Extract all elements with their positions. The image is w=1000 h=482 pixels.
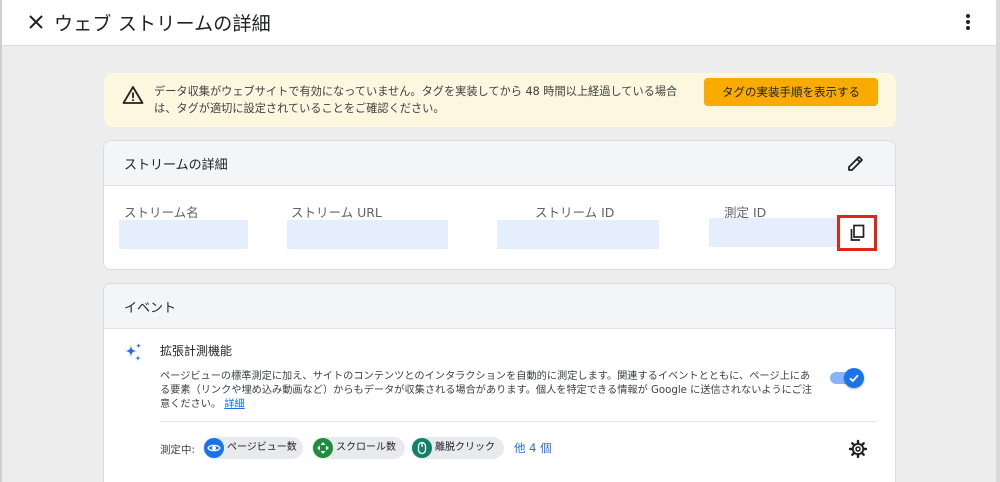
copy-measurement-id-button[interactable] [837,215,877,251]
more-events-link[interactable]: 他 4 個 [514,440,552,456]
more-vert-icon[interactable] [956,10,980,34]
stream-details-title: ストリームの詳細 [124,158,228,173]
copy-icon [850,224,865,241]
events-header: イベント [104,284,895,329]
stream-details-header: ストリームの詳細 [104,141,895,186]
measuring-label: 測定中: [160,444,196,456]
stream-name-value [119,220,248,249]
window-edge-left [0,0,2,482]
scroll-icon [313,438,333,458]
learn-more-link[interactable]: 詳細 [224,399,244,410]
show-tag-instructions-button[interactable]: タグの実装手順を表示する [704,78,878,106]
divider [160,421,876,422]
close-icon[interactable] [24,10,48,34]
description-text: ページビューの標準測定に加え、サイトのコンテンツとのインタラクションを自動的に測… [160,371,813,410]
chip-label: スクロール数 [336,442,396,453]
stream-id-value [497,220,659,249]
warning-banner: データ収集がウェブサイトで有効になっていません。タグを実装してから 48 時間以… [104,73,896,127]
stream-id-label: ストリーム ID [535,205,615,220]
check-icon [844,368,864,388]
page-header: ウェブ ストリームの詳細 [2,0,996,46]
events-card: イベント 拡張計測機能 ページビューの標準測定に加え、サイトのコンテンツとのイン… [103,283,896,482]
events-title: イベント [124,301,177,316]
page-title: ウェブ ストリームの詳細 [54,13,271,35]
stream-url-value [287,220,448,249]
enhanced-measurement-toggle[interactable] [830,366,864,388]
gear-icon[interactable] [848,439,868,459]
chip-scrolls[interactable]: スクロール数 [312,437,405,459]
stream-name-label: ストリーム名 [124,205,199,220]
chip-label: 離脱クリック [435,442,495,453]
eye-icon [204,438,224,458]
warning-icon [122,85,144,105]
chip-label: ページビュー数 [227,442,297,453]
edit-pencil-icon[interactable] [846,153,866,173]
chip-outbound-clicks[interactable]: 離脱クリック [411,437,504,459]
stream-url-label: ストリーム URL [291,205,382,220]
enhanced-measurement-title: 拡張計測機能 [160,344,233,358]
scrollbar[interactable] [996,0,1000,482]
chip-page-views[interactable]: ページビュー数 [203,437,303,459]
enhanced-measurement-description: ページビューの標準測定に加え、サイトのコンテンツとのインタラクションを自動的に測… [160,370,820,412]
stream-details-card: ストリームの詳細 ストリーム名 ストリーム URL ストリーム ID 測定 ID [103,140,896,270]
sparkle-icon [122,342,144,364]
measurement-id-value [709,218,839,247]
banner-message: データ収集がウェブサイトで有効になっていません。タグを実装してから 48 時間以… [154,85,678,115]
mouse-icon [412,438,432,458]
